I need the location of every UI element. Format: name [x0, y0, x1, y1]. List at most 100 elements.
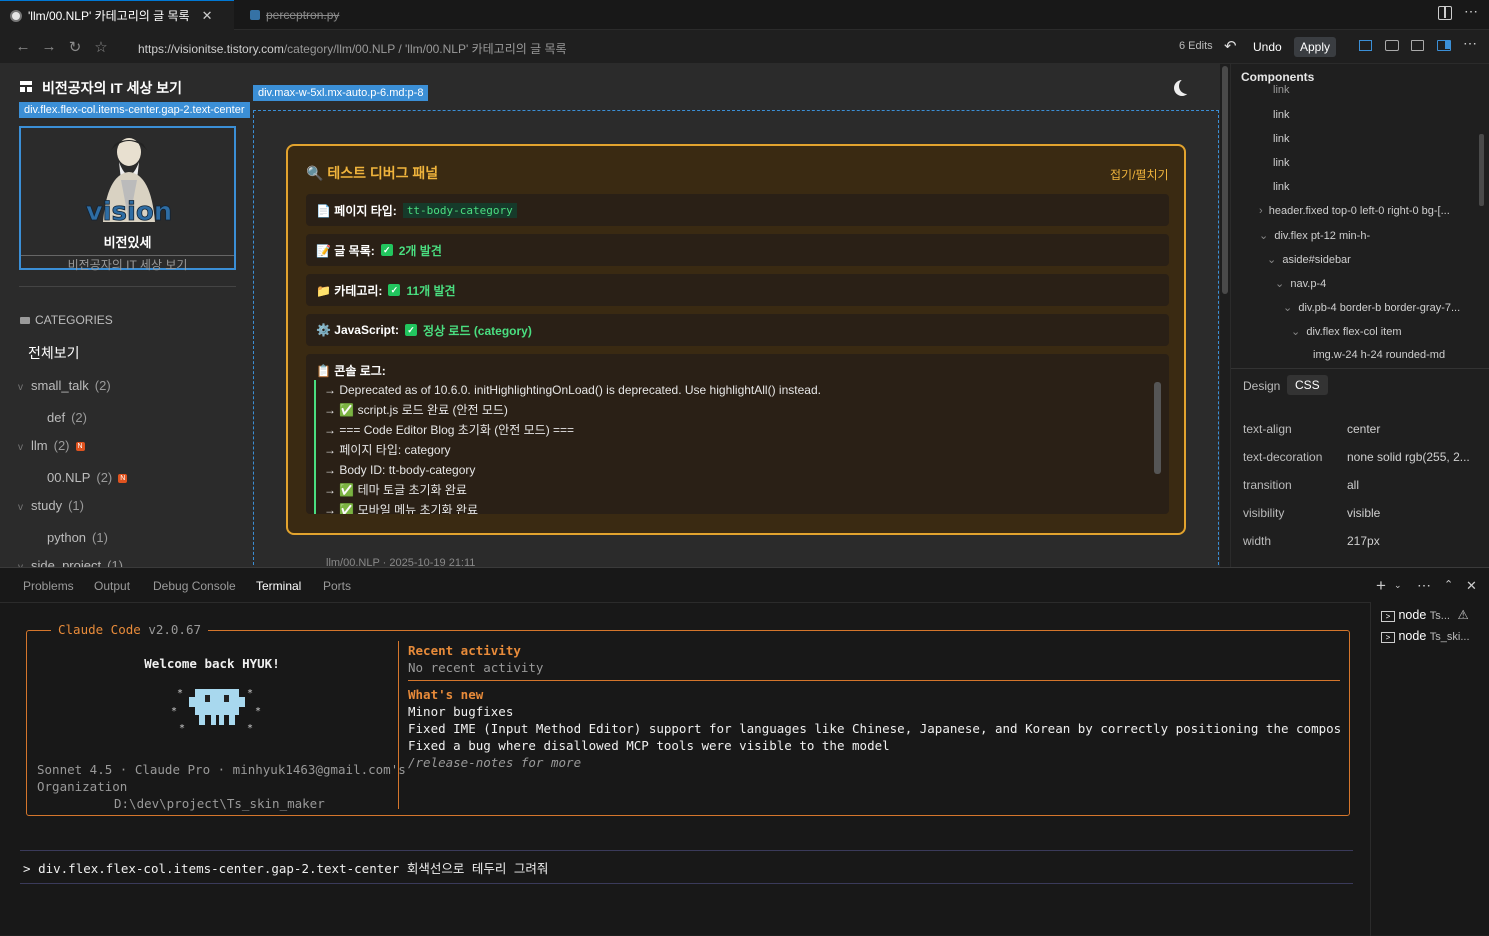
divider: [20, 850, 1353, 851]
whats-new-item: Fixed IME (Input Method Editor) support …: [408, 721, 1342, 736]
browser-address-bar: ← → ↻ ☆ https://visionitse.tistory.com/c…: [0, 30, 1489, 64]
account-org: Organization: [37, 779, 128, 794]
divider: [0, 602, 1370, 603]
new-badge: N: [118, 474, 128, 484]
split-editor-icon[interactable]: [1438, 6, 1452, 20]
css-prop-value[interactable]: center: [1347, 422, 1380, 436]
console-log-box[interactable]: 📋 콘솔 로그: → Deprecated as of 10.6.0. init…: [306, 354, 1169, 514]
camera-icon[interactable]: [1385, 40, 1399, 51]
tab-design[interactable]: Design: [1243, 379, 1280, 393]
tab-terminal[interactable]: Terminal: [256, 579, 301, 593]
category-def[interactable]: def (2): [47, 410, 87, 425]
tab-tistory-category[interactable]: 'llm/00.NLP' 카테고리의 글 목록 ✕: [0, 0, 234, 30]
prompt-symbol: >: [23, 861, 31, 876]
console-scrollbar[interactable]: [1154, 382, 1161, 474]
tree-node[interactable]: link: [1273, 157, 1290, 169]
css-prop-value[interactable]: none solid rgb(255, 2...: [1347, 450, 1470, 464]
chevron-down-icon[interactable]: ⌄: [1394, 580, 1402, 591]
tree-node[interactable]: ⌄ div.pb-4 border-b border-gray-7...: [1283, 301, 1460, 314]
prompt-input[interactable]: > div.flex.flex-col.items-center.gap-2.t…: [23, 858, 548, 877]
log-line: → ✅ 모바일 메뉴 초기화 완료: [314, 500, 478, 514]
css-prop-value[interactable]: 217px: [1347, 534, 1380, 548]
tree-node[interactable]: ⌄ div.flex pt-12 min-h-: [1259, 229, 1370, 242]
profile-card[interactable]: vision 비전있세 비전공자의 IT 세상 보기: [19, 126, 236, 272]
tab-css[interactable]: CSS: [1287, 375, 1328, 395]
close-icon[interactable]: ✕: [202, 8, 213, 24]
tree-node[interactable]: link: [1273, 133, 1290, 145]
blog-title[interactable]: 비전공자의 IT 세상 보기: [42, 78, 182, 98]
tab-problems[interactable]: Problems: [23, 579, 74, 593]
profile-avatar: vision: [85, 138, 173, 226]
tab-label: 'llm/00.NLP' 카테고리의 글 목록: [28, 9, 190, 23]
grid-icon: [20, 81, 32, 92]
tab-output[interactable]: Output: [94, 579, 130, 593]
category-python[interactable]: python (1): [47, 530, 108, 545]
category-study[interactable]: v study (1): [18, 498, 84, 513]
tree-node[interactable]: › header.fixed top-0 left-0 right-0 bg-[…: [1259, 205, 1450, 217]
more-icon[interactable]: ⋯: [1417, 577, 1431, 594]
divider: [408, 680, 1340, 681]
category-side-project[interactable]: vside_project(1): [18, 558, 123, 567]
terminal-icon: >: [1381, 611, 1395, 622]
terminal-icon[interactable]: [1411, 40, 1424, 51]
tree-node[interactable]: link: [1273, 84, 1290, 96]
back-icon[interactable]: ←: [14, 38, 32, 55]
tab-label: perceptron.py: [266, 8, 340, 22]
category-00-nlp[interactable]: 00.NLP (2) N: [47, 470, 128, 485]
css-prop-name: text-align: [1243, 422, 1292, 436]
panel-layout-icon[interactable]: [1437, 40, 1451, 51]
terminal-instance[interactable]: > node Ts... ⚠: [1381, 607, 1469, 622]
selected-element-label: div.max-w-5xl.mx-auto.p-6.md:p-8: [253, 85, 429, 101]
tab-ports[interactable]: Ports: [323, 579, 351, 593]
tab-debug-console[interactable]: Debug Console: [153, 579, 236, 593]
css-prop-value[interactable]: visible: [1347, 506, 1380, 520]
reload-icon[interactable]: ↻: [66, 38, 84, 56]
tree-node[interactable]: ⌄ div.flex flex-col item: [1291, 325, 1402, 338]
check-icon: ✓: [404, 324, 417, 336]
check-icon: ✓: [380, 244, 393, 256]
tree-node[interactable]: ⌄ aside#sidebar: [1267, 253, 1351, 266]
preview-scrollbar[interactable]: [1220, 64, 1230, 567]
tree-node[interactable]: ⌄ nav.p-4: [1275, 277, 1326, 290]
apply-button[interactable]: Apply: [1294, 37, 1337, 57]
moon-icon[interactable]: [1179, 78, 1195, 94]
browser-preview: 비전공자의 IT 세상 보기 div.flex.flex-col.items-c…: [0, 64, 1230, 567]
svg-text:*: *: [255, 706, 261, 717]
css-prop-name: transition: [1243, 478, 1292, 492]
tree-node[interactable]: link: [1273, 181, 1290, 193]
toggle-collapse-button[interactable]: 접기/펼치기: [1110, 166, 1169, 183]
more-icon[interactable]: ⋯: [1463, 35, 1477, 52]
warning-icon: ⚠: [1457, 608, 1469, 622]
undo-icon[interactable]: ↶: [1224, 37, 1237, 55]
tree-scrollbar[interactable]: [1479, 134, 1484, 206]
view-all-link[interactable]: 전체보기: [28, 343, 80, 363]
css-prop-name: text-decoration: [1243, 450, 1323, 464]
debug-row-page-type: 📄 페이지 타입: tt-body-category: [306, 194, 1169, 226]
forward-icon[interactable]: →: [40, 38, 58, 55]
undo-button[interactable]: Undo: [1253, 40, 1282, 54]
category-llm[interactable]: v llm (2) N: [18, 438, 85, 453]
divider: [398, 641, 399, 809]
url-host: https://visionitse.tistory.com: [138, 42, 284, 56]
terminal-instance-active[interactable]: > node Ts_ski...: [1381, 629, 1470, 643]
logo-text: vision: [86, 197, 173, 226]
debug-row-javascript: ⚙️ JavaScript: ✓ 정상 로드 (category): [306, 314, 1169, 346]
log-line: → Body ID: tt-body-category: [314, 460, 475, 480]
url-field[interactable]: https://visionitse.tistory.com/category/…: [138, 40, 567, 57]
more-icon[interactable]: ⋯: [1464, 3, 1478, 20]
folder-icon: [20, 317, 30, 324]
chevron-down-icon: ⌄: [1267, 254, 1277, 266]
tree-node[interactable]: link: [1273, 109, 1290, 121]
css-prop-value[interactable]: all: [1347, 478, 1359, 492]
tab-perceptron[interactable]: perceptron.py: [240, 0, 380, 30]
maximize-panel-icon[interactable]: ⌃: [1444, 578, 1453, 591]
debug-panel: 🔍 테스트 디버그 패널 접기/펼치기 📄 페이지 타입: tt-body-cat…: [286, 144, 1186, 535]
tree-node[interactable]: img.w-24 h-24 rounded-md: [1313, 349, 1445, 361]
edits-count: 6 Edits: [1179, 40, 1213, 52]
category-small-talk[interactable]: v small_talk (2): [18, 378, 111, 393]
divider: [1370, 602, 1371, 936]
close-panel-icon[interactable]: ✕: [1466, 578, 1477, 594]
bookmark-star-icon[interactable]: ☆: [92, 38, 110, 56]
new-terminal-icon[interactable]: +: [1376, 576, 1386, 596]
inspect-icon[interactable]: [1359, 40, 1372, 51]
